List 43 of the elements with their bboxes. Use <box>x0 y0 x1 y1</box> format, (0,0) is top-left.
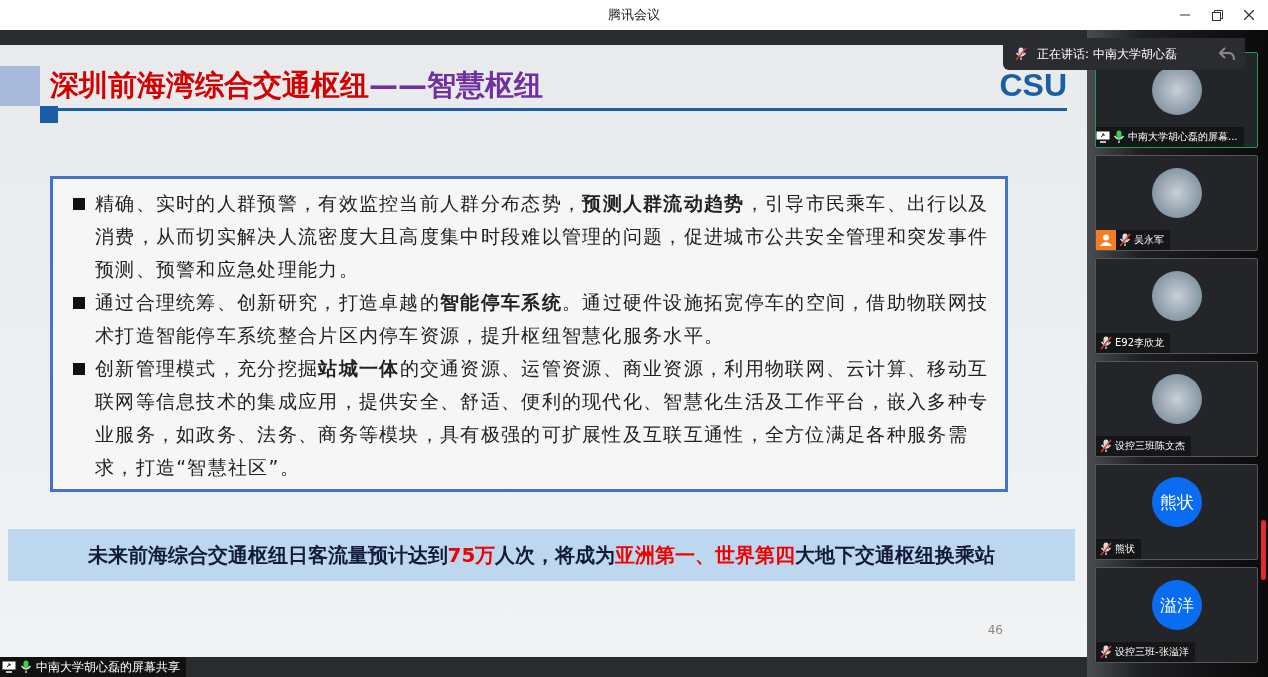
slide-logo: CSU <box>999 67 1067 104</box>
name-tag: 熊状 <box>1096 539 1141 559</box>
bullet-text: 通过合理统筹、创新研究，打造卓越的智能停车系统。通过硬件设施拓宽停车的空间，借助物联网技术打造智能停车系统整合片区内停车资源，提升枢纽智慧化服务水平。 <box>95 290 990 348</box>
name-tag: 设控三班-张溢洋 <box>1096 642 1195 662</box>
close-icon <box>1244 10 1254 20</box>
bullet-icon <box>73 297 85 309</box>
muted-microphone-icon <box>1100 336 1112 350</box>
microphone-icon <box>1113 130 1125 144</box>
participant-tile[interactable]: 吴永军 <box>1095 155 1258 251</box>
bullet-icon <box>73 198 85 210</box>
screen-share-icon <box>2 661 16 673</box>
name-tag: 吴永军 <box>1096 230 1170 250</box>
slide-title: 深圳前海湾综合交通枢纽 <box>50 67 369 104</box>
participant-tile[interactable]: 溢洋 设控三班-张溢洋 <box>1095 567 1258 663</box>
muted-microphone-icon <box>1100 645 1112 659</box>
muted-microphone-icon <box>1100 542 1112 556</box>
microphone-icon <box>20 660 32 674</box>
bullet-text: 创新管理模式，充分挖掘站城一体的交通资源、运管资源、商业资源，利用物联网、云计算、移动互联网等信息技术的集成应用，提供安全、舒适、便利的现代化、智慧化生活及工作平台，嵌入多种专业服务，如政务、法务、商务等模块，具有极强的可扩展性及互联互通性，全方位满足各种服务需求，打造“智慧社区”。 <box>95 356 990 480</box>
photo-placeholder <box>1151 271 1202 321</box>
muted-microphone-icon <box>1015 47 1027 61</box>
reply-arrow-icon <box>1219 47 1235 61</box>
photo-placeholder <box>1151 374 1202 424</box>
photo-placeholder <box>1151 168 1202 218</box>
name-tag: 中南大学胡心磊的屏幕... <box>1096 127 1244 147</box>
name-tag: E92李欣龙 <box>1096 333 1171 353</box>
avatar: 熊状 <box>1151 477 1202 527</box>
slide-subtitle: ——智慧枢纽 <box>369 67 543 104</box>
bullet-icon <box>73 363 85 375</box>
participant-tile[interactable]: 设控三班陈文杰 <box>1095 361 1258 457</box>
participant-tile[interactable]: 熊状 熊状 <box>1095 464 1258 560</box>
screen-share-icon <box>1096 131 1110 143</box>
name-tag: 设控三班陈文杰 <box>1096 436 1191 456</box>
bullet-text: 精确、实时的人群预警，有效监控当前人群分布态势，预测人群流动趋势，引导市民乘车、出行以及消费，从而切实解决人流密度大且高度集中时段难以管理的问题，促进城市公共安全管理和突发事件预测、预警和应急处理能力。 <box>95 191 990 282</box>
window-title: 腾讯会议 <box>608 6 660 24</box>
banner-text: 未来前海综合交通枢纽日客流量预计达到75万人次，将成为亚洲第一、世界第四大地下交通枢纽换乘站 <box>87 541 996 569</box>
restore-icon <box>1211 9 1223 21</box>
muted-microphone-icon <box>1100 439 1112 453</box>
scrollbar-thumb[interactable] <box>1261 520 1266 580</box>
avatar: 溢洋 <box>1151 580 1202 630</box>
muted-microphone-icon <box>1119 233 1131 247</box>
share-status-label: 中南大学胡心磊的屏幕共享 <box>0 657 186 677</box>
page-number: 46 <box>987 623 1003 637</box>
participant-tile[interactable]: E92李欣龙 <box>1095 258 1258 354</box>
